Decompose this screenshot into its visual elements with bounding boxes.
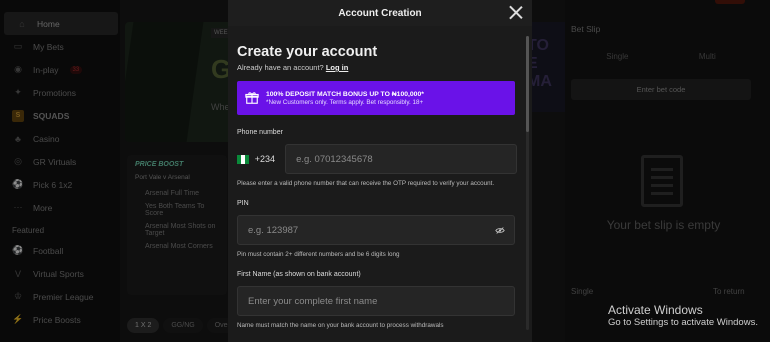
promo-banner: 100% DEPOSIT MATCH BONUS UP TO ₦100,000*… [237,81,515,115]
first-name-hint: Name must match the name on your bank ac… [237,322,444,329]
promo-terms: *New Customers only. Terms apply. Bet re… [266,98,424,106]
page-title: Create your account [237,44,378,60]
pin-hint: Pin must contain 2+ different numbers an… [237,251,400,258]
phone-hint: Please enter a valid phone number that c… [237,180,495,187]
first-name-label: First Name (as shown on bank account) [237,271,361,278]
pin-label: PIN [237,200,249,207]
phone-row: +234 e.g. 07012345678 [237,144,517,174]
scrollbar-thumb[interactable] [526,36,529,132]
gift-icon [245,92,259,104]
first-name-input[interactable]: Enter your complete first name [237,286,515,316]
modal-header: Account Creation [228,0,532,26]
country-code[interactable]: +234 [255,154,275,164]
modal-title: Account Creation [338,7,422,19]
app-root: ⌂ Home ▭ My Bets ◉ In-play 33 ✦ Promotio… [0,0,770,342]
watermark-line-2: Go to Settings to activate Windows. [608,317,758,329]
watermark-line-1: Activate Windows [608,303,703,317]
phone-input[interactable]: e.g. 07012345678 [285,144,517,174]
pin-placeholder: e.g. 123987 [248,224,299,236]
login-prompt-text: Already have an account? [237,63,324,72]
promo-text: 100% DEPOSIT MATCH BONUS UP TO ₦100,000*… [266,91,424,106]
eye-slash-icon[interactable] [495,227,505,234]
promo-title: 100% DEPOSIT MATCH BONUS UP TO ₦100,000* [266,90,424,98]
nigeria-flag-icon[interactable] [237,154,249,164]
os-activation-watermark: Activate Windows Go to Settings to activ… [608,303,758,329]
modal-body: Create your account Already have an acco… [237,26,517,329]
login-prompt: Already have an account? Log in [237,63,517,72]
login-link[interactable]: Log in [326,63,349,72]
phone-label: Phone number [237,129,283,136]
pin-input[interactable]: e.g. 123987 [237,215,515,245]
account-creation-modal: Account Creation Create your account Alr… [228,0,532,342]
close-icon[interactable] [509,5,523,19]
